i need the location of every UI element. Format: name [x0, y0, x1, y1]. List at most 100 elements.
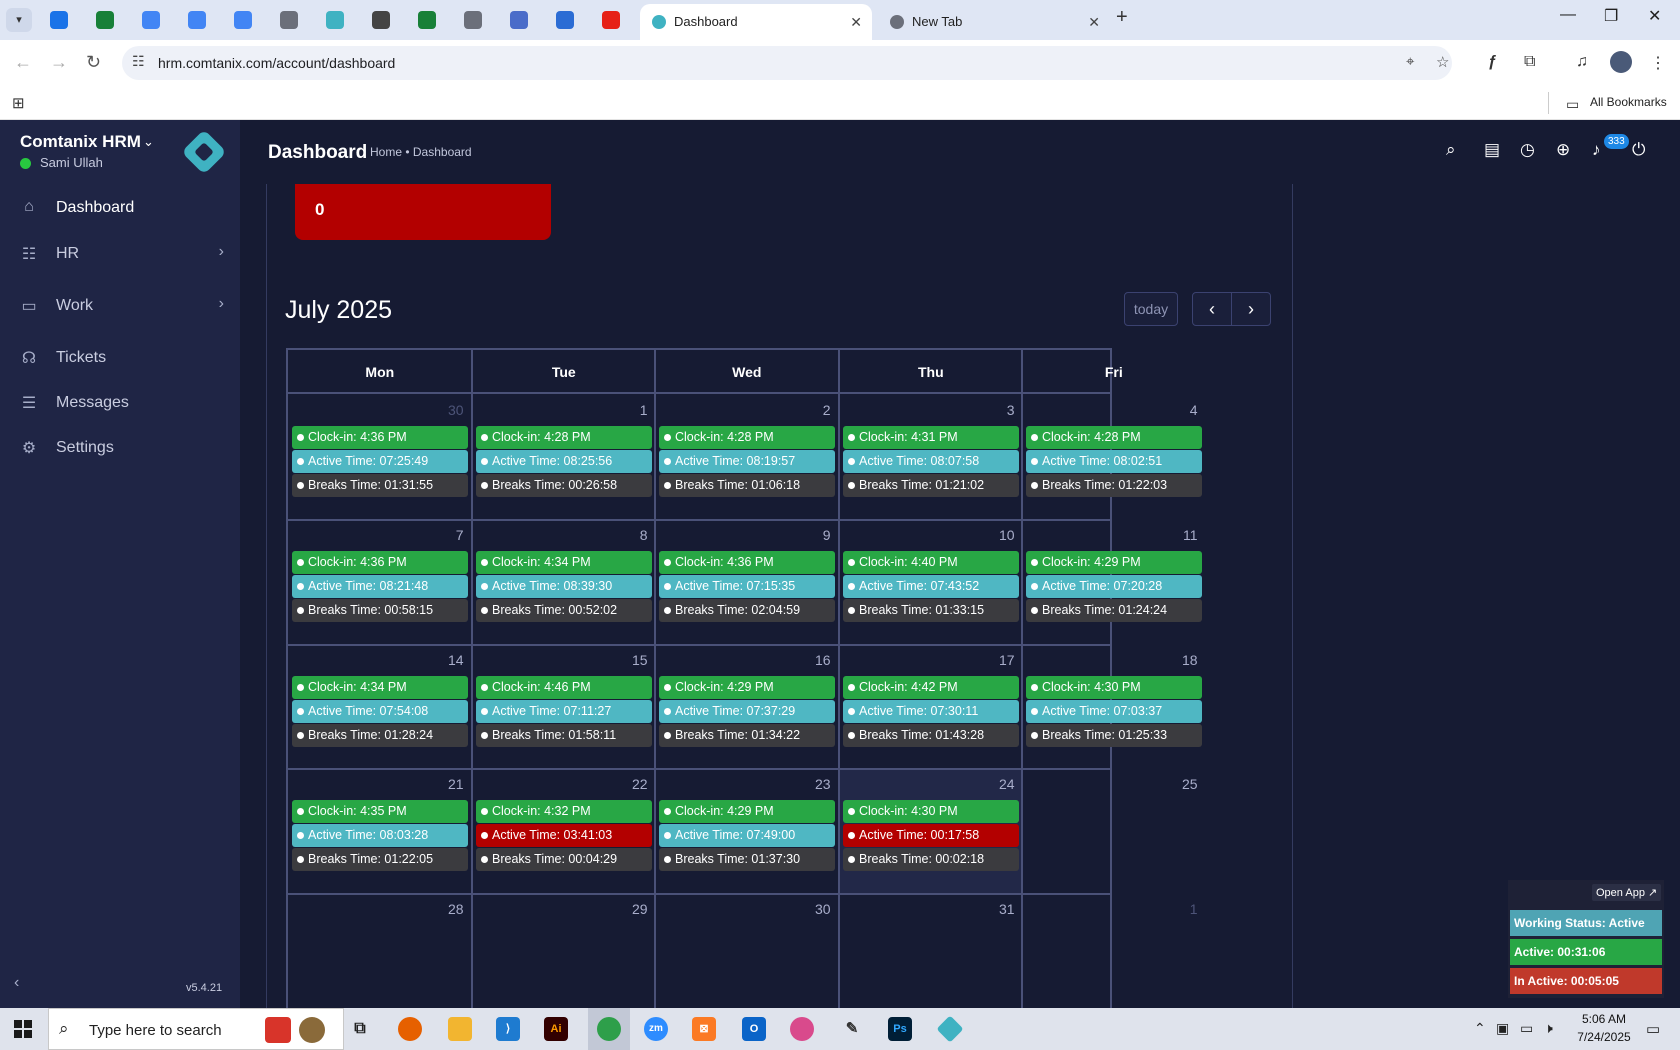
extension-f-icon[interactable]: ƒ [1488, 53, 1497, 71]
forward-arrow-icon[interactable]: → [50, 52, 68, 73]
taskbar-search[interactable]: ⌕ Type here to search [48, 1008, 344, 1050]
profile-avatar[interactable] [1610, 51, 1632, 73]
clock-in-event[interactable]: Clock-in: 4:29 PM [659, 800, 835, 824]
active-time-event[interactable]: Active Time: 07:15:35 [659, 574, 835, 598]
pen-tool-icon[interactable]: ✎ [840, 1017, 864, 1041]
breaks-time-event[interactable]: Breaks Time: 01:25:33 [1026, 723, 1202, 747]
breaks-time-event[interactable]: Breaks Time: 01:43:28 [843, 723, 1019, 747]
pinned-tab-favicon-icon[interactable] [556, 11, 574, 29]
browser-menu-icon[interactable]: ⋮ [1650, 53, 1666, 73]
network-icon[interactable]: ▭ [1520, 1020, 1533, 1037]
close-window-icon[interactable]: ✕ [1648, 6, 1661, 26]
day-number[interactable]: 29 [608, 901, 648, 917]
zoom-icon[interactable]: zm [644, 1017, 668, 1041]
day-number[interactable]: 11 [1158, 527, 1198, 543]
clock-in-event[interactable]: Clock-in: 4:29 PM [659, 675, 835, 699]
day-number[interactable]: 24 [975, 776, 1015, 792]
prev-month-button[interactable]: ‹ [1192, 292, 1232, 326]
pinned-tab-favicon-icon[interactable] [464, 11, 482, 29]
active-time-event[interactable]: Active Time: 08:19:57 [659, 450, 835, 473]
breaks-time-event[interactable]: Breaks Time: 01:22:05 [292, 848, 468, 872]
tab-new-tab[interactable]: New Tab ✕ [878, 4, 1110, 40]
tab-search-button[interactable]: ▾ [6, 8, 32, 32]
new-tab-button[interactable]: + [1116, 6, 1128, 29]
tray-app-icon[interactable]: ▣ [1496, 1020, 1509, 1037]
xampp-icon[interactable]: ⊠ [692, 1017, 716, 1041]
clock-in-event[interactable]: Clock-in: 4:34 PM [292, 675, 468, 699]
sidebar-item-hr[interactable]: ☷ HR › [0, 234, 240, 274]
clock-in-event[interactable]: Clock-in: 4:30 PM [843, 800, 1019, 824]
day-number[interactable]: 1 [608, 402, 648, 418]
day-number[interactable]: 10 [975, 527, 1015, 543]
taskbar-date[interactable]: 7/24/2025 [1572, 1030, 1636, 1044]
file-explorer-icon[interactable] [448, 1017, 472, 1041]
active-time-event[interactable]: Active Time: 08:02:51 [1026, 450, 1202, 473]
all-bookmarks-link[interactable]: All Bookmarks [1590, 95, 1667, 109]
sidebar-item-tickets[interactable]: ☊ Tickets [0, 338, 240, 378]
pinned-tab-favicon-icon[interactable] [326, 11, 344, 29]
day-number[interactable]: 21 [424, 776, 464, 792]
creative-cloud-icon[interactable] [790, 1017, 814, 1041]
power-icon[interactable]: ⏻ [1632, 140, 1645, 160]
active-time-event[interactable]: Active Time: 07:30:11 [843, 699, 1019, 723]
next-month-button[interactable]: › [1231, 292, 1271, 326]
breaks-time-event[interactable]: Breaks Time: 01:31:55 [292, 474, 468, 497]
today-button[interactable]: today [1124, 292, 1178, 326]
day-number[interactable]: 2 [791, 402, 831, 418]
active-time-event[interactable]: Active Time: 08:07:58 [843, 450, 1019, 473]
active-time-event[interactable]: Active Time: 08:21:48 [292, 574, 468, 598]
day-number[interactable]: 18 [1158, 652, 1198, 668]
comtanix-app-icon[interactable] [936, 1015, 964, 1043]
breaks-time-event[interactable]: Breaks Time: 01:37:30 [659, 848, 835, 872]
clock-in-event[interactable]: Clock-in: 4:42 PM [843, 675, 1019, 699]
sidebar-item-work[interactable]: ▭ Work › [0, 286, 240, 326]
chevron-down-icon[interactable]: ⌄ [143, 134, 154, 150]
clock-in-event[interactable]: Clock-in: 4:31 PM [843, 426, 1019, 449]
pinned-tab-favicon-icon[interactable] [372, 11, 390, 29]
clock-in-event[interactable]: Clock-in: 4:36 PM [292, 550, 468, 574]
breadcrumb[interactable]: Home • Dashboard [370, 145, 472, 159]
day-number[interactable]: 3 [975, 402, 1015, 418]
clock-in-event[interactable]: Clock-in: 4:35 PM [292, 800, 468, 824]
day-number[interactable]: 15 [608, 652, 648, 668]
breaks-time-event[interactable]: Breaks Time: 01:28:24 [292, 723, 468, 747]
breaks-time-event[interactable]: Breaks Time: 00:52:02 [476, 598, 652, 622]
day-number[interactable]: 30 [791, 901, 831, 917]
pinned-tab-favicon-icon[interactable] [280, 11, 298, 29]
active-time-event[interactable]: Active Time: 08:25:56 [476, 450, 652, 473]
location-pin-icon[interactable]: ⌖ [1406, 53, 1414, 70]
add-circle-icon[interactable]: ⊕ [1556, 140, 1570, 160]
summary-card[interactable]: 0 [295, 184, 551, 240]
firefox-icon[interactable] [398, 1017, 422, 1041]
day-number[interactable]: 7 [424, 527, 464, 543]
active-time-event[interactable]: Active Time: 00:17:58 [843, 824, 1019, 848]
active-time-event[interactable]: Active Time: 08:03:28 [292, 824, 468, 848]
active-time-event[interactable]: Active Time: 07:11:27 [476, 699, 652, 723]
breaks-time-event[interactable]: Breaks Time: 01:24:24 [1026, 598, 1202, 622]
day-number[interactable]: 17 [975, 652, 1015, 668]
active-time-event[interactable]: Active Time: 07:20:28 [1026, 574, 1202, 598]
day-number[interactable]: 14 [424, 652, 464, 668]
task-view-icon[interactable]: ⧉ [348, 1017, 372, 1041]
pinned-tab-favicon-icon[interactable] [50, 11, 68, 29]
open-app-button[interactable]: Open App ↗ [1592, 884, 1662, 901]
clock-in-event[interactable]: Clock-in: 4:30 PM [1026, 675, 1202, 699]
sidebar-item-settings[interactable]: ⚙ Settings [0, 428, 240, 468]
bookmark-star-icon[interactable]: ☆ [1436, 53, 1449, 71]
brand-name[interactable]: Comtanix HRM [20, 132, 141, 152]
breaks-time-event[interactable]: Breaks Time: 01:58:11 [476, 723, 652, 747]
clock-in-event[interactable]: Clock-in: 4:28 PM [1026, 426, 1202, 449]
breaks-time-event[interactable]: Breaks Time: 00:26:58 [476, 474, 652, 497]
breaks-time-event[interactable]: Breaks Time: 01:21:02 [843, 474, 1019, 497]
illustrator-icon[interactable]: Ai [544, 1017, 568, 1041]
pinned-tab-favicon-icon[interactable] [234, 11, 252, 29]
active-time-event[interactable]: Active Time: 07:25:49 [292, 450, 468, 473]
active-time-event[interactable]: Active Time: 08:39:30 [476, 574, 652, 598]
extensions-puzzle-icon[interactable]: ⧉ [1524, 53, 1535, 71]
outlook-icon[interactable]: O [742, 1017, 766, 1041]
apps-grid-icon[interactable]: ⊞ [12, 94, 25, 112]
clock-in-event[interactable]: Clock-in: 4:28 PM [476, 426, 652, 449]
photoshop-icon[interactable]: Ps [888, 1017, 912, 1041]
active-time-event[interactable]: Active Time: 07:03:37 [1026, 699, 1202, 723]
active-time-event[interactable]: Active Time: 07:37:29 [659, 699, 835, 723]
